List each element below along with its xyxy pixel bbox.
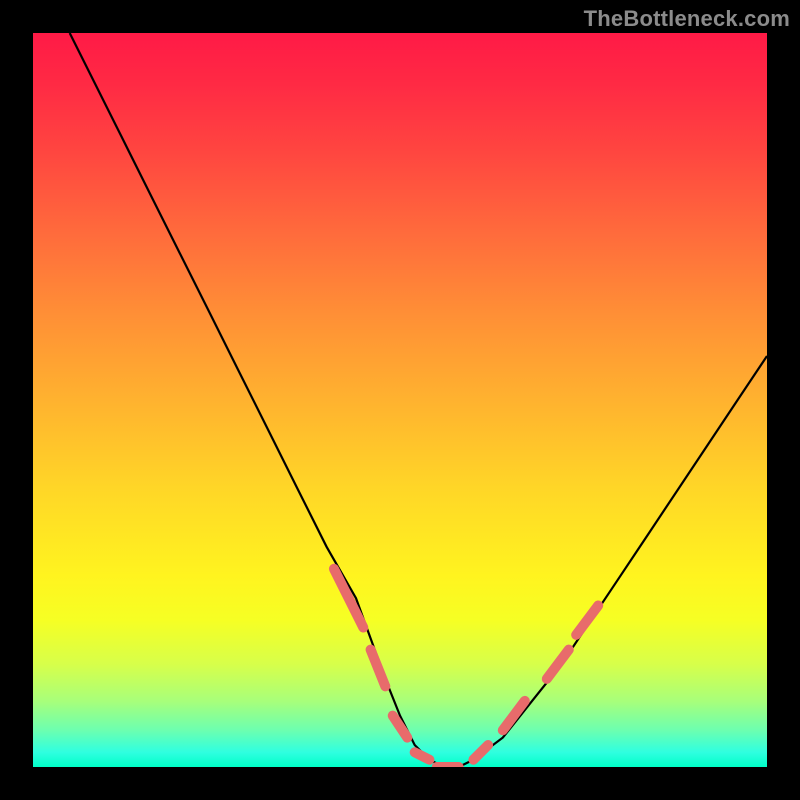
- dash-segment: [473, 745, 488, 760]
- highlight-dashes: [334, 569, 598, 767]
- dash-segment: [503, 701, 525, 730]
- chart-svg: [33, 33, 767, 767]
- dash-segment: [576, 606, 598, 635]
- watermark-text: TheBottleneck.com: [584, 6, 790, 32]
- dash-segment: [547, 650, 569, 679]
- dash-segment: [393, 716, 408, 738]
- chart-plot-area: [33, 33, 767, 767]
- dash-segment: [334, 569, 363, 628]
- dash-segment: [371, 650, 386, 687]
- bottleneck-curve: [70, 33, 767, 767]
- dash-segment: [415, 752, 430, 759]
